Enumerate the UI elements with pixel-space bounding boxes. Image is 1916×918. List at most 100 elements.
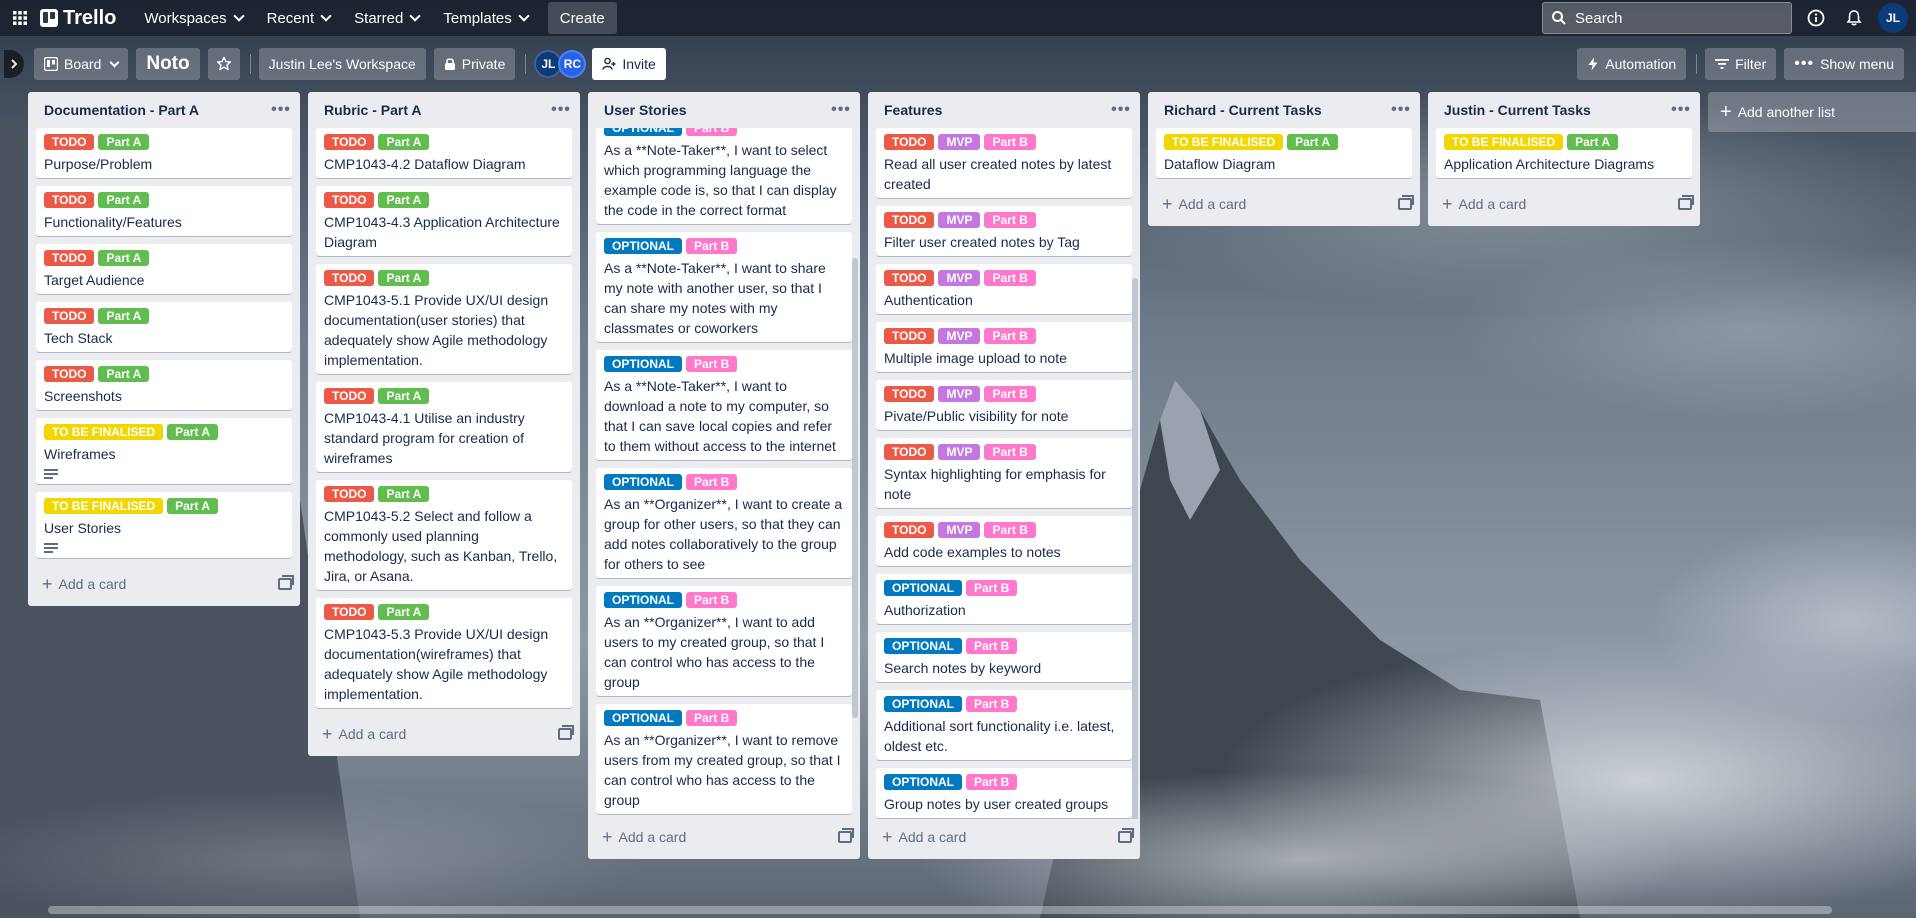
nav-recent[interactable]: Recent <box>257 2 341 34</box>
user-avatar[interactable]: JL <box>1878 3 1908 33</box>
card[interactable]: TO BE FINALISED Part A Application Archite… <box>1436 128 1692 178</box>
label-todo[interactable]: TODO <box>324 270 375 286</box>
label-optional[interactable]: OPTIONAL <box>884 696 962 712</box>
label-todo[interactable]: TODO <box>884 328 935 344</box>
list-actions-icon[interactable]: ••• <box>1110 101 1132 119</box>
label-todo[interactable]: TODO <box>884 386 935 402</box>
list-scrollbar[interactable] <box>1132 278 1138 819</box>
list-header[interactable]: User Stories ••• <box>588 92 860 128</box>
add-card-button[interactable]: + Add a card <box>588 819 860 855</box>
label-parta[interactable]: Part A <box>1287 134 1339 150</box>
visibility-button[interactable]: Private <box>433 48 516 80</box>
add-card-button[interactable]: + Add a card <box>868 819 1140 855</box>
create-button[interactable]: Create <box>547 2 617 34</box>
label-optional[interactable]: OPTIONAL <box>604 356 682 372</box>
label-partb[interactable]: Part B <box>966 774 1018 790</box>
label-mvp[interactable]: MVP <box>938 522 981 538</box>
card[interactable]: TODO Part A Screenshots <box>36 360 292 410</box>
filter-button[interactable]: Filter <box>1705 48 1777 80</box>
add-list-button[interactable]: + Add another list <box>1708 92 1916 132</box>
label-todo[interactable]: TODO <box>324 134 375 150</box>
add-card-button[interactable]: + Add a card <box>308 716 580 752</box>
star-board-button[interactable] <box>207 48 240 80</box>
label-parta[interactable]: Part A <box>378 388 430 404</box>
label-parta[interactable]: Part A <box>98 366 150 382</box>
label-partb[interactable]: Part B <box>984 270 1036 286</box>
card[interactable]: OPTIONAL Part B As an **Organizer**, I wan… <box>596 586 852 696</box>
label-partb[interactable]: Part B <box>984 212 1036 228</box>
list-actions-icon[interactable]: ••• <box>270 101 292 119</box>
label-partb[interactable]: Part B <box>686 128 738 136</box>
label-optional[interactable]: OPTIONAL <box>604 238 682 254</box>
label-todo[interactable]: TODO <box>44 192 95 208</box>
label-parta[interactable]: Part A <box>378 134 430 150</box>
add-card-button[interactable]: + Add a card <box>28 566 300 602</box>
label-mvp[interactable]: MVP <box>938 270 981 286</box>
nav-workspaces[interactable]: Workspaces <box>134 2 252 34</box>
card[interactable]: TODO Part A Purpose/Problem <box>36 128 292 178</box>
card-template-icon[interactable] <box>1398 195 1414 210</box>
search-input[interactable]: Search <box>1542 2 1792 34</box>
nav-templates[interactable]: Templates <box>433 2 537 34</box>
list-actions-icon[interactable]: ••• <box>1670 101 1692 119</box>
label-todo[interactable]: TODO <box>324 388 375 404</box>
label-todo[interactable]: TODO <box>44 308 95 324</box>
trello-logo[interactable]: Trello <box>40 7 116 30</box>
card[interactable]: OPTIONAL Part B Authorization <box>876 574 1132 624</box>
label-final[interactable]: TO BE FINALISED <box>44 424 164 440</box>
sidebar-expand-button[interactable] <box>4 50 24 78</box>
list-header[interactable]: Richard - Current Tasks ••• <box>1148 92 1420 128</box>
show-menu-button[interactable]: ••• Show menu <box>1784 48 1904 80</box>
card[interactable]: TODO Part A Target Audience <box>36 244 292 294</box>
card[interactable]: TODO Part A Tech Stack <box>36 302 292 352</box>
apps-grid-icon[interactable] <box>8 6 32 30</box>
label-parta[interactable]: Part A <box>98 250 150 266</box>
label-mvp[interactable]: MVP <box>938 134 981 150</box>
label-final[interactable]: TO BE FINALISED <box>44 498 164 514</box>
label-parta[interactable]: Part A <box>378 270 430 286</box>
card[interactable]: TODO Part A CMP1043-4.2 Dataflow Diagram <box>316 128 572 178</box>
label-parta[interactable]: Part A <box>167 424 219 440</box>
card[interactable]: OPTIONAL Part B As a **Note-Taker**, I wan… <box>596 232 852 342</box>
label-mvp[interactable]: MVP <box>938 212 981 228</box>
label-parta[interactable]: Part A <box>378 486 430 502</box>
workspace-button[interactable]: Justin Lee's Workspace <box>258 48 426 80</box>
card[interactable]: OPTIONAL Part B As a **Note-Taker**, I wan… <box>596 350 852 460</box>
card[interactable]: TODO MVP Part B Multiple image upload to no… <box>876 322 1132 372</box>
card[interactable]: TO BE FINALISED Part A Wireframes <box>36 418 292 484</box>
label-parta[interactable]: Part A <box>378 604 430 620</box>
label-parta[interactable]: Part A <box>378 192 430 208</box>
label-partb[interactable]: Part B <box>984 444 1036 460</box>
label-partb[interactable]: Part B <box>984 134 1036 150</box>
label-todo[interactable]: TODO <box>324 604 375 620</box>
card[interactable]: TODO MVP Part B Syntax highlighting for emp… <box>876 438 1132 508</box>
card-template-icon[interactable] <box>1118 828 1134 843</box>
member-avatar[interactable]: RC <box>558 50 587 78</box>
label-partb[interactable]: Part B <box>984 328 1036 344</box>
card-template-icon[interactable] <box>838 828 854 843</box>
label-final[interactable]: TO BE FINALISED <box>1164 134 1284 150</box>
list-header[interactable]: Documentation - Part A ••• <box>28 92 300 128</box>
label-mvp[interactable]: MVP <box>938 386 981 402</box>
label-parta[interactable]: Part A <box>167 498 219 514</box>
label-todo[interactable]: TODO <box>884 270 935 286</box>
label-todo[interactable]: TODO <box>884 212 935 228</box>
list-actions-icon[interactable]: ••• <box>550 101 572 119</box>
card[interactable]: TODO MVP Part B Authentication <box>876 264 1132 314</box>
add-card-button[interactable]: + Add a card <box>1148 186 1420 222</box>
label-partb[interactable]: Part B <box>966 638 1018 654</box>
list-scrollbar[interactable] <box>852 258 858 718</box>
label-todo[interactable]: TODO <box>884 522 935 538</box>
label-todo[interactable]: TODO <box>884 444 935 460</box>
label-mvp[interactable]: MVP <box>938 328 981 344</box>
card[interactable]: TODO MVP Part B Read all user created notes… <box>876 128 1132 198</box>
list-header[interactable]: Rubric - Part A ••• <box>308 92 580 128</box>
list-actions-icon[interactable]: ••• <box>1390 101 1412 119</box>
card-template-icon[interactable] <box>1678 195 1694 210</box>
card[interactable]: OPTIONAL Part B Group notes by user create… <box>876 768 1132 818</box>
label-partb[interactable]: Part B <box>686 474 738 490</box>
label-optional[interactable]: OPTIONAL <box>884 638 962 654</box>
label-todo[interactable]: TODO <box>44 250 95 266</box>
label-partb[interactable]: Part B <box>966 580 1018 596</box>
card[interactable]: TO BE FINALISED Part A Dataflow Diagram <box>1156 128 1412 178</box>
